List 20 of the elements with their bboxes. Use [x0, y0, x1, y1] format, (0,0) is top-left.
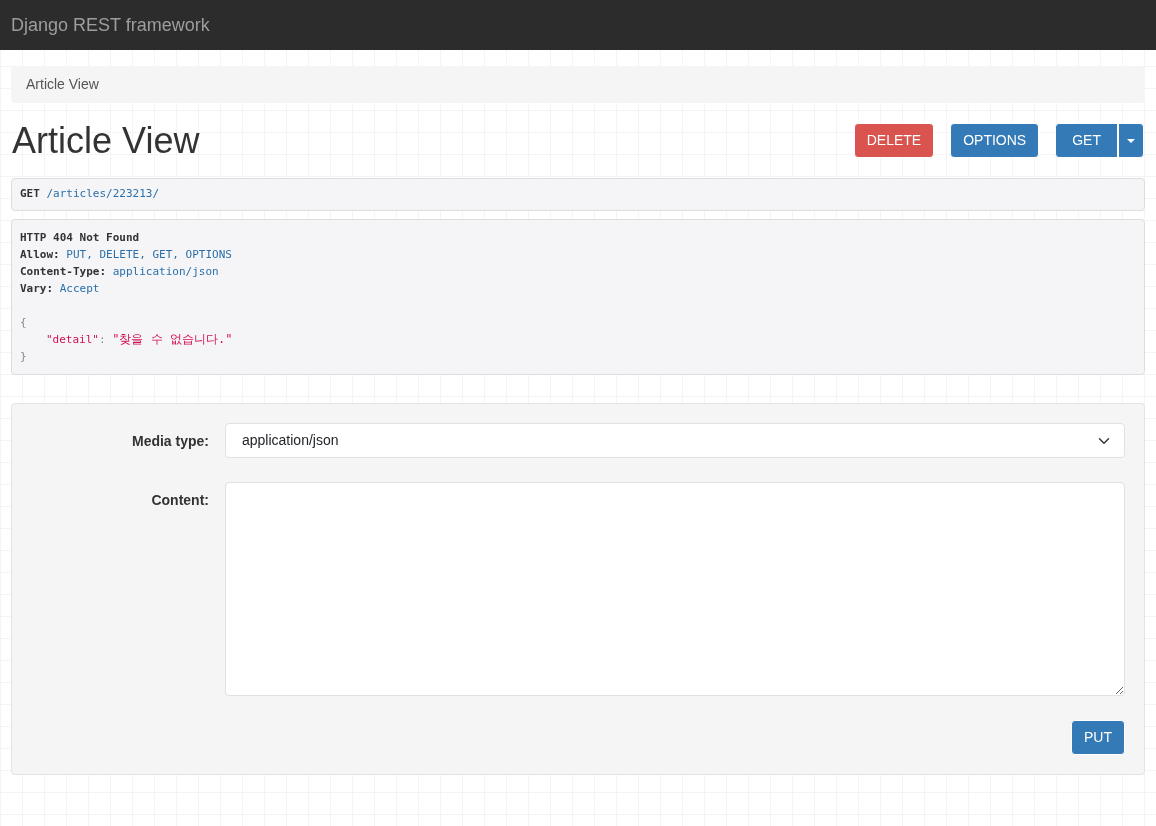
json-brace: {	[20, 315, 28, 332]
page-title: Article View	[12, 119, 200, 163]
header-line: Content-Type: application/json	[20, 264, 220, 281]
json-brace: }	[20, 349, 28, 366]
options-button[interactable]: OPTIONS	[950, 123, 1040, 159]
header-line: Allow: PUT, DELETE, GET, OPTIONS	[20, 247, 233, 264]
put-button[interactable]: PUT	[1071, 720, 1125, 756]
json-line: "detail": "찾을 수 없습니다."	[45, 331, 234, 349]
dropdown-toggle-button[interactable]	[1118, 123, 1144, 159]
brand-link[interactable]: Django REST framework	[11, 11, 210, 39]
request-line: GET /articles/223213/	[20, 186, 161, 203]
caret-icon	[1127, 138, 1135, 143]
breadcrumb-link[interactable]: Article View	[26, 74, 99, 95]
status-line: HTTP 404 Not Found	[20, 230, 141, 247]
field-label: Media type:	[131, 432, 209, 452]
media-type-select[interactable]: application/json	[225, 423, 1125, 459]
header-line: Vary: Accept	[20, 281, 101, 298]
delete-button[interactable]: DELETE	[853, 123, 935, 159]
get-button[interactable]: GET	[1055, 123, 1118, 159]
field-label: Content:	[150, 491, 209, 511]
